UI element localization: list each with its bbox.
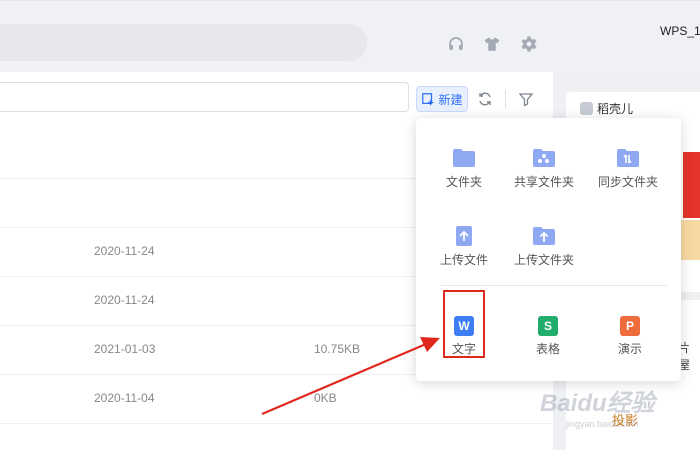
watermark-url: jingyan.baidu.com (566, 419, 639, 429)
watermark-logo: Baidu经验 (540, 390, 655, 417)
